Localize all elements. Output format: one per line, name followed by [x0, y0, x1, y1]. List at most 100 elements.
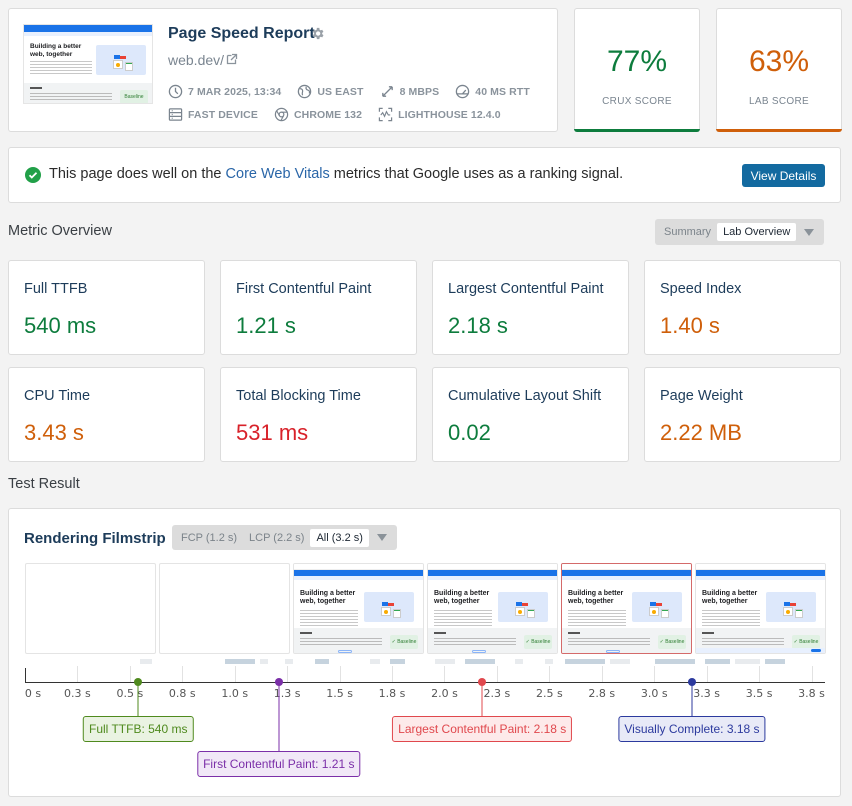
axis-tick-label: 3.0 s: [640, 687, 668, 700]
timeline-axis: [25, 682, 825, 683]
axis-tick-label: 1.8 s: [378, 687, 406, 700]
filmstrip-frame[interactable]: [25, 563, 156, 654]
filmstrip-title: Rendering Filmstrip: [24, 530, 166, 547]
axis-tick-label: 0 s: [24, 687, 42, 700]
test-latency: 40 MS RTT: [455, 84, 530, 99]
metric-card-page-weight[interactable]: Page Weight 2.22 MB: [644, 367, 841, 462]
axis-tick-label: 3.8 s: [798, 687, 825, 700]
marker-label[interactable]: Visually Complete: 3.18 s: [618, 716, 766, 742]
marker-dot[interactable]: [478, 678, 487, 686]
test-lighthouse-version: LIGHTHOUSE 12.4.0: [378, 107, 501, 122]
filmstrip-frame[interactable]: Building a better web, together ✓ Baseline: [561, 563, 692, 654]
marker-dot[interactable]: [274, 678, 283, 686]
rendering-filmstrip-card: Rendering Filmstrip Building a better web…: [8, 508, 841, 797]
lab-score-card[interactable]: 63% LAB SCORE: [716, 8, 842, 132]
metric-label: Full TTFB: [24, 281, 88, 297]
view-option-summary[interactable]: Summary: [658, 223, 717, 241]
frame-heading: Building a better web, together: [702, 590, 758, 605]
lab-score-value: 63%: [748, 45, 810, 78]
axis-tick-label: 2.5 s: [535, 687, 563, 700]
metric-card-cpu-time[interactable]: CPU Time 3.43 s: [8, 367, 205, 462]
filmstrip-frame[interactable]: Building a better web, together ✓ Baseline: [427, 563, 558, 654]
marker-dot[interactable]: [687, 678, 696, 686]
metric-card-speed-index[interactable]: Speed Index 1.40 s: [644, 260, 841, 355]
marker-label[interactable]: Largest Contentful Paint: 2.18 s: [392, 716, 573, 742]
cwv-message: This page does well on the Core Web Vita…: [49, 166, 624, 182]
overview-view-switcher: Summary Lab Overview: [655, 219, 825, 245]
marker-line: [278, 682, 280, 751]
metric-card-tbt[interactable]: Total Blocking Time 531 ms: [220, 367, 417, 462]
metric-value: 540 ms: [24, 313, 97, 338]
axis-tick-label: 2.8 s: [588, 687, 616, 700]
range-option-lcp[interactable]: LCP (2.2 s): [243, 529, 310, 547]
metric-label: Page Weight: [660, 388, 743, 404]
dropdown-caret-icon[interactable]: [804, 228, 815, 236]
metric-label: First Contentful Paint: [236, 281, 372, 297]
chrome-icon: [274, 107, 289, 122]
page-url[interactable]: web.dev/: [168, 52, 224, 68]
frame-heading: Building a better web, together: [300, 590, 356, 605]
lab-score-label: LAB SCORE: [749, 96, 809, 107]
metric-card-lcp[interactable]: Largest Contentful Paint 2.18 s: [432, 260, 629, 355]
axis-tick-label: 0.3 s: [64, 687, 91, 700]
metric-value: 0.02: [448, 420, 491, 445]
axis-tick-label: 3.3 s: [693, 687, 721, 700]
filmstrip-frame[interactable]: Building a better web, together ✓ Baseline: [695, 563, 826, 654]
axis-gridline: [287, 666, 289, 682]
external-link-icon[interactable]: [226, 53, 238, 65]
filmstrip-frame[interactable]: Building a better web, together ✓ Baseline: [293, 563, 424, 654]
core-web-vitals-banner: This page does well on the Core Web Vita…: [8, 147, 841, 203]
crux-score-value: 77%: [606, 45, 668, 78]
axis-tick-label: 1.5 s: [326, 687, 353, 700]
metric-label: Speed Index: [660, 281, 742, 297]
metric-overview-heading: Metric Overview: [8, 223, 112, 239]
core-web-vitals-link[interactable]: Core Web Vitals: [226, 166, 330, 182]
axis-gridline: [182, 666, 184, 682]
metric-label: Largest Contentful Paint: [448, 281, 604, 297]
axis-tick-label: 3.5 s: [745, 687, 773, 700]
globe-icon: [298, 84, 312, 99]
crux-score-label: CRUX SCORE: [602, 96, 672, 107]
test-result-heading: Test Result: [8, 476, 80, 492]
axis-gridline: [549, 666, 551, 682]
metric-card-fcp[interactable]: First Contentful Paint 1.21 s: [220, 260, 417, 355]
view-option-lab-overview[interactable]: Lab Overview: [717, 223, 797, 241]
axis-gridline: [129, 666, 131, 682]
bandwidth-icon: [381, 86, 393, 97]
axis-gridline: [496, 666, 498, 682]
marker-label[interactable]: Full TTFB: 540 ms: [83, 716, 194, 742]
metric-value: 1.40 s: [660, 313, 720, 338]
axis-tick-label: 0.5 s: [116, 687, 144, 700]
metric-label: CPU Time: [24, 388, 91, 404]
crux-score-card[interactable]: 77% CRUX SCORE: [574, 8, 700, 132]
axis-origin-tick: [25, 668, 26, 683]
marker-dot[interactable]: [134, 678, 143, 686]
test-browser: CHROME 132: [274, 107, 362, 122]
dropdown-caret-icon[interactable]: [376, 534, 387, 541]
axis-gridline: [706, 666, 708, 682]
thumbnail-heading: Building a better web, together: [30, 43, 82, 58]
lighthouse-icon: [378, 107, 393, 122]
test-bandwidth: 8 MBPS: [380, 84, 440, 99]
axis-gridline: [811, 666, 813, 682]
test-device: FAST DEVICE: [168, 107, 258, 122]
marker-label[interactable]: First Contentful Paint: 1.21 s: [197, 751, 361, 777]
axis-tick-label: 1.0 s: [221, 687, 249, 700]
metric-value: 3.43 s: [24, 420, 84, 445]
axis-gridline: [392, 666, 394, 682]
test-date: 7 MAR 2025, 13:34: [168, 84, 281, 99]
axis-gridline: [759, 666, 761, 682]
frame-heading: Building a better web, together: [568, 590, 624, 605]
page-title: Page Speed Report: [168, 25, 315, 42]
view-details-button[interactable]: View Details: [742, 164, 825, 187]
gear-icon[interactable]: [310, 26, 325, 41]
range-option-fcp[interactable]: FCP (1.2 s): [175, 529, 243, 547]
page-thumbnail[interactable]: Building a better web, together Baseline: [23, 24, 153, 104]
metric-card-full-ttfb[interactable]: Full TTFB 540 ms: [8, 260, 205, 355]
filmstrip-frame[interactable]: [159, 563, 290, 654]
frame-heading: Building a better web, together: [434, 590, 490, 605]
server-icon: [168, 108, 183, 121]
gauge-icon: [456, 84, 470, 99]
metric-card-cls[interactable]: Cumulative Layout Shift 0.02: [432, 367, 629, 462]
range-option-all[interactable]: All (3.2 s): [310, 528, 369, 547]
